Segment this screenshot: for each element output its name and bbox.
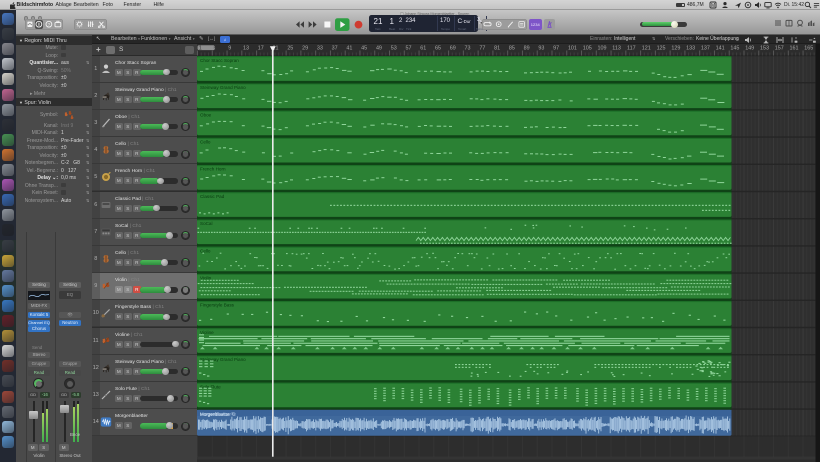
svg-text:Steinway Grand Piano: Steinway Grand Piano <box>200 85 246 90</box>
svg-text:97: 97 <box>553 45 559 51</box>
svg-text:1: 1 <box>199 45 202 51</box>
svg-text:73: 73 <box>465 45 471 51</box>
svg-text:17: 17 <box>258 45 264 51</box>
svg-text:101: 101 <box>568 45 577 51</box>
svg-text:153: 153 <box>760 45 769 51</box>
svg-text:33: 33 <box>317 45 323 51</box>
svg-text:125: 125 <box>657 45 666 51</box>
svg-text:77: 77 <box>479 45 485 51</box>
svg-text:133: 133 <box>686 45 695 51</box>
svg-text:121: 121 <box>642 45 651 51</box>
svg-text:161: 161 <box>790 45 799 51</box>
svg-text:13: 13 <box>243 45 249 51</box>
svg-text:29: 29 <box>302 45 308 51</box>
svg-text:Classic Pad: Classic Pad <box>200 194 225 199</box>
svg-text:Fingerstyle Bass: Fingerstyle Bass <box>200 303 235 308</box>
svg-text:M: M <box>711 3 715 9</box>
svg-text:69: 69 <box>450 45 456 51</box>
svg-text:137: 137 <box>701 45 710 51</box>
svg-text:French Horn: French Horn <box>200 167 226 172</box>
svg-text:85: 85 <box>509 45 515 51</box>
svg-text:SoCal: SoCal <box>200 221 213 226</box>
svg-text:Cello: Cello <box>200 248 211 253</box>
svg-text:Cello: Cello <box>200 140 211 145</box>
svg-text:57: 57 <box>405 45 411 51</box>
svg-text:165: 165 <box>804 45 813 51</box>
svg-text:117: 117 <box>627 45 636 51</box>
svg-text:65: 65 <box>435 45 441 51</box>
svg-text:Chor Stacc Sopran: Chor Stacc Sopran <box>200 58 239 63</box>
svg-text:5: 5 <box>213 45 216 51</box>
svg-text:53: 53 <box>391 45 397 51</box>
svg-text:Morgenblaetter ①: Morgenblaetter ① <box>200 411 235 416</box>
svg-text:93: 93 <box>538 45 544 51</box>
svg-text:81: 81 <box>494 45 500 51</box>
svg-text:Violine: Violine <box>200 330 214 335</box>
svg-text:9: 9 <box>228 45 231 51</box>
svg-text:?: ? <box>47 22 50 27</box>
svg-text:45: 45 <box>361 45 367 51</box>
svg-text:109: 109 <box>597 45 606 51</box>
svg-text:49: 49 <box>376 45 382 51</box>
svg-text:149: 149 <box>745 45 754 51</box>
svg-text:89: 89 <box>524 45 530 51</box>
svg-text:141: 141 <box>716 45 725 51</box>
svg-text:61: 61 <box>420 45 426 51</box>
svg-text:Violin: Violin <box>200 276 212 281</box>
svg-text:113: 113 <box>612 45 621 51</box>
svg-text:157: 157 <box>775 45 784 51</box>
svg-text:25: 25 <box>287 45 293 51</box>
svg-text:145: 145 <box>730 45 739 51</box>
svg-text:129: 129 <box>671 45 680 51</box>
svg-text:Oboe: Oboe <box>200 112 212 117</box>
svg-text:41: 41 <box>346 45 352 51</box>
svg-text:105: 105 <box>583 45 592 51</box>
svg-text:37: 37 <box>332 45 338 51</box>
